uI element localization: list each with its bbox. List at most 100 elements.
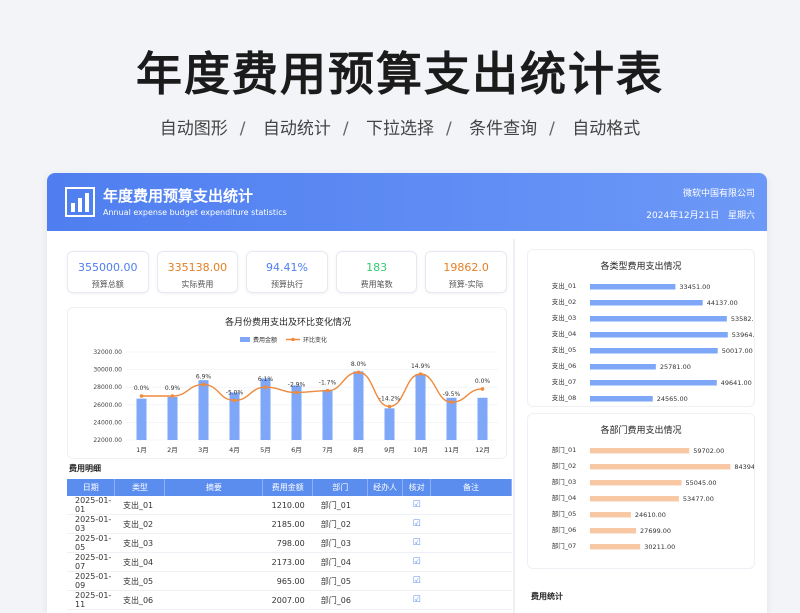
trend-point[interactable]	[232, 398, 237, 403]
trend-point[interactable]	[356, 370, 361, 375]
trend-point[interactable]	[170, 394, 175, 398]
cell-amount[interactable]: 2173.00	[262, 552, 313, 572]
hbar[interactable]	[590, 364, 656, 370]
col-header-type[interactable]: 类型	[114, 479, 166, 496]
cell-summary[interactable]	[164, 571, 263, 591]
col-header-date[interactable]: 日期	[67, 479, 116, 496]
cell-summary[interactable]	[164, 590, 263, 610]
cell-dept[interactable]: 部门_04	[312, 552, 368, 572]
cell-amount[interactable]: 798.00	[262, 533, 313, 553]
hbar[interactable]	[590, 512, 631, 518]
cell-remark[interactable]	[430, 571, 512, 591]
bar[interactable]	[353, 371, 364, 440]
hbar[interactable]	[590, 316, 727, 322]
cell-type[interactable]: 支出_02	[114, 514, 165, 534]
checkbox-checked[interactable]: ☑	[402, 571, 431, 591]
trend-point[interactable]	[201, 382, 206, 387]
hbar[interactable]	[590, 380, 717, 386]
hbar[interactable]	[590, 332, 728, 338]
bar[interactable]	[322, 389, 333, 440]
cell-type[interactable]: 支出_04	[114, 552, 165, 572]
cell-handler[interactable]	[367, 533, 403, 553]
cell-remark[interactable]	[430, 552, 512, 572]
col-header-check[interactable]: 核对	[402, 479, 432, 496]
col-header-handler[interactable]: 经办人	[367, 479, 404, 496]
bar[interactable]	[136, 398, 147, 440]
cell-handler[interactable]	[367, 496, 403, 515]
col-header-remark[interactable]: 备注	[430, 479, 512, 496]
checkbox-checked[interactable]: ☑	[402, 590, 431, 610]
cell-date[interactable]: 2025-01-09	[67, 571, 115, 591]
trend-point[interactable]	[480, 387, 485, 391]
table-row[interactable]: 2025-01-07 支出_04 2173.00 部门_04 ☑	[67, 552, 512, 572]
kpi-card-execution[interactable]: 94.41% 预算执行	[246, 251, 328, 293]
cell-date[interactable]: 2025-01-03	[67, 514, 115, 534]
bar[interactable]	[446, 397, 457, 440]
table-row[interactable]: 2025-01-03 支出_02 2185.00 部门_02 ☑	[67, 514, 512, 534]
col-header-amount[interactable]: 费用金额	[262, 479, 314, 496]
cell-remark[interactable]	[430, 590, 512, 610]
hbar[interactable]	[590, 496, 679, 502]
trend-point[interactable]	[294, 390, 299, 395]
table-row[interactable]: 2025-01-09 支出_05 965.00 部门_05 ☑	[67, 571, 512, 591]
cell-type[interactable]: 支出_03	[114, 533, 165, 553]
kpi-card-count[interactable]: 183 费用笔数	[335, 251, 418, 293]
bar[interactable]	[477, 397, 488, 440]
cell-amount[interactable]: 2185.00	[262, 514, 313, 534]
cell-dept[interactable]: 部门_03	[312, 533, 368, 553]
table-row[interactable]: 2025-01-05 支出_03 798.00 部门_03 ☑	[67, 533, 512, 553]
table-row[interactable]: 2025-01-11 支出_06 2007.00 部门_06 ☑	[67, 590, 512, 610]
cell-amount[interactable]: 1210.00	[262, 496, 313, 515]
hbar[interactable]	[590, 300, 703, 306]
cell-type[interactable]: 支出_06	[114, 590, 165, 610]
cell-remark[interactable]	[430, 514, 512, 534]
type-expense-chart[interactable]: 支出_01 33451.00 支出_02 44137.00 支出_03 53582.00 支…	[528, 272, 754, 407]
cell-type[interactable]: 支出_01	[114, 496, 165, 515]
hbar[interactable]	[590, 396, 653, 402]
bar[interactable]	[384, 408, 395, 440]
checkbox-checked[interactable]: ☑	[402, 514, 431, 534]
checkbox-checked[interactable]: ☑	[402, 533, 431, 553]
kpi-card-diff[interactable]: 19862.0 预算-实际	[425, 251, 507, 293]
cell-dept[interactable]: 部门_06	[312, 590, 368, 610]
monthly-expense-chart[interactable]: 各月份费用支出及环比变化情况 费用金额 环比变化 32000.00 30000.0…	[68, 308, 508, 460]
cell-summary[interactable]	[164, 514, 263, 534]
col-header-summary[interactable]: 摘要	[164, 479, 264, 496]
table-row[interactable]: 2025-01-01 支出_01 1210.00 部门_01 ☑	[67, 496, 512, 515]
dept-expense-chart[interactable]: 部门_01 59702.00 部门_02 84394.00 部门_03 55045.00 部…	[528, 436, 754, 571]
hbar[interactable]	[590, 464, 731, 470]
kpi-card-budget[interactable]: 355000.00 预算总额	[67, 251, 149, 293]
cell-date[interactable]: 2025-01-07	[67, 552, 115, 572]
cell-date[interactable]: 2025-01-01	[67, 496, 115, 515]
hbar[interactable]	[590, 348, 718, 354]
cell-amount[interactable]: 965.00	[262, 571, 313, 591]
hbar[interactable]	[590, 528, 637, 534]
trend-point[interactable]	[449, 400, 454, 404]
cell-summary[interactable]	[164, 552, 263, 572]
trend-point[interactable]	[418, 372, 423, 376]
cell-dept[interactable]: 部门_05	[312, 571, 368, 591]
trend-point[interactable]	[139, 394, 144, 398]
bar[interactable]	[415, 374, 426, 440]
hbar[interactable]	[590, 544, 641, 550]
hbar[interactable]	[590, 480, 682, 486]
cell-summary[interactable]	[164, 533, 263, 553]
hbar[interactable]	[590, 284, 676, 290]
cell-handler[interactable]	[367, 552, 403, 572]
trend-point[interactable]	[387, 404, 392, 409]
kpi-card-actual[interactable]: 335138.00 实际费用	[156, 251, 239, 293]
cell-handler[interactable]	[367, 514, 403, 534]
col-header-dept[interactable]: 部门	[312, 479, 369, 496]
checkbox-checked[interactable]: ☑	[402, 552, 431, 572]
cell-date[interactable]: 2025-01-11	[67, 590, 115, 610]
cell-remark[interactable]	[430, 533, 512, 553]
hbar[interactable]	[590, 448, 690, 454]
checkbox-checked[interactable]: ☑	[402, 496, 431, 515]
bar[interactable]	[167, 396, 178, 440]
bar[interactable]	[198, 380, 209, 440]
cell-amount[interactable]: 2007.00	[262, 590, 313, 610]
cell-date[interactable]: 2025-01-05	[67, 533, 115, 553]
cell-dept[interactable]: 部门_02	[312, 514, 368, 534]
cell-dept[interactable]: 部门_01	[312, 496, 368, 515]
cell-type[interactable]: 支出_05	[114, 571, 165, 591]
